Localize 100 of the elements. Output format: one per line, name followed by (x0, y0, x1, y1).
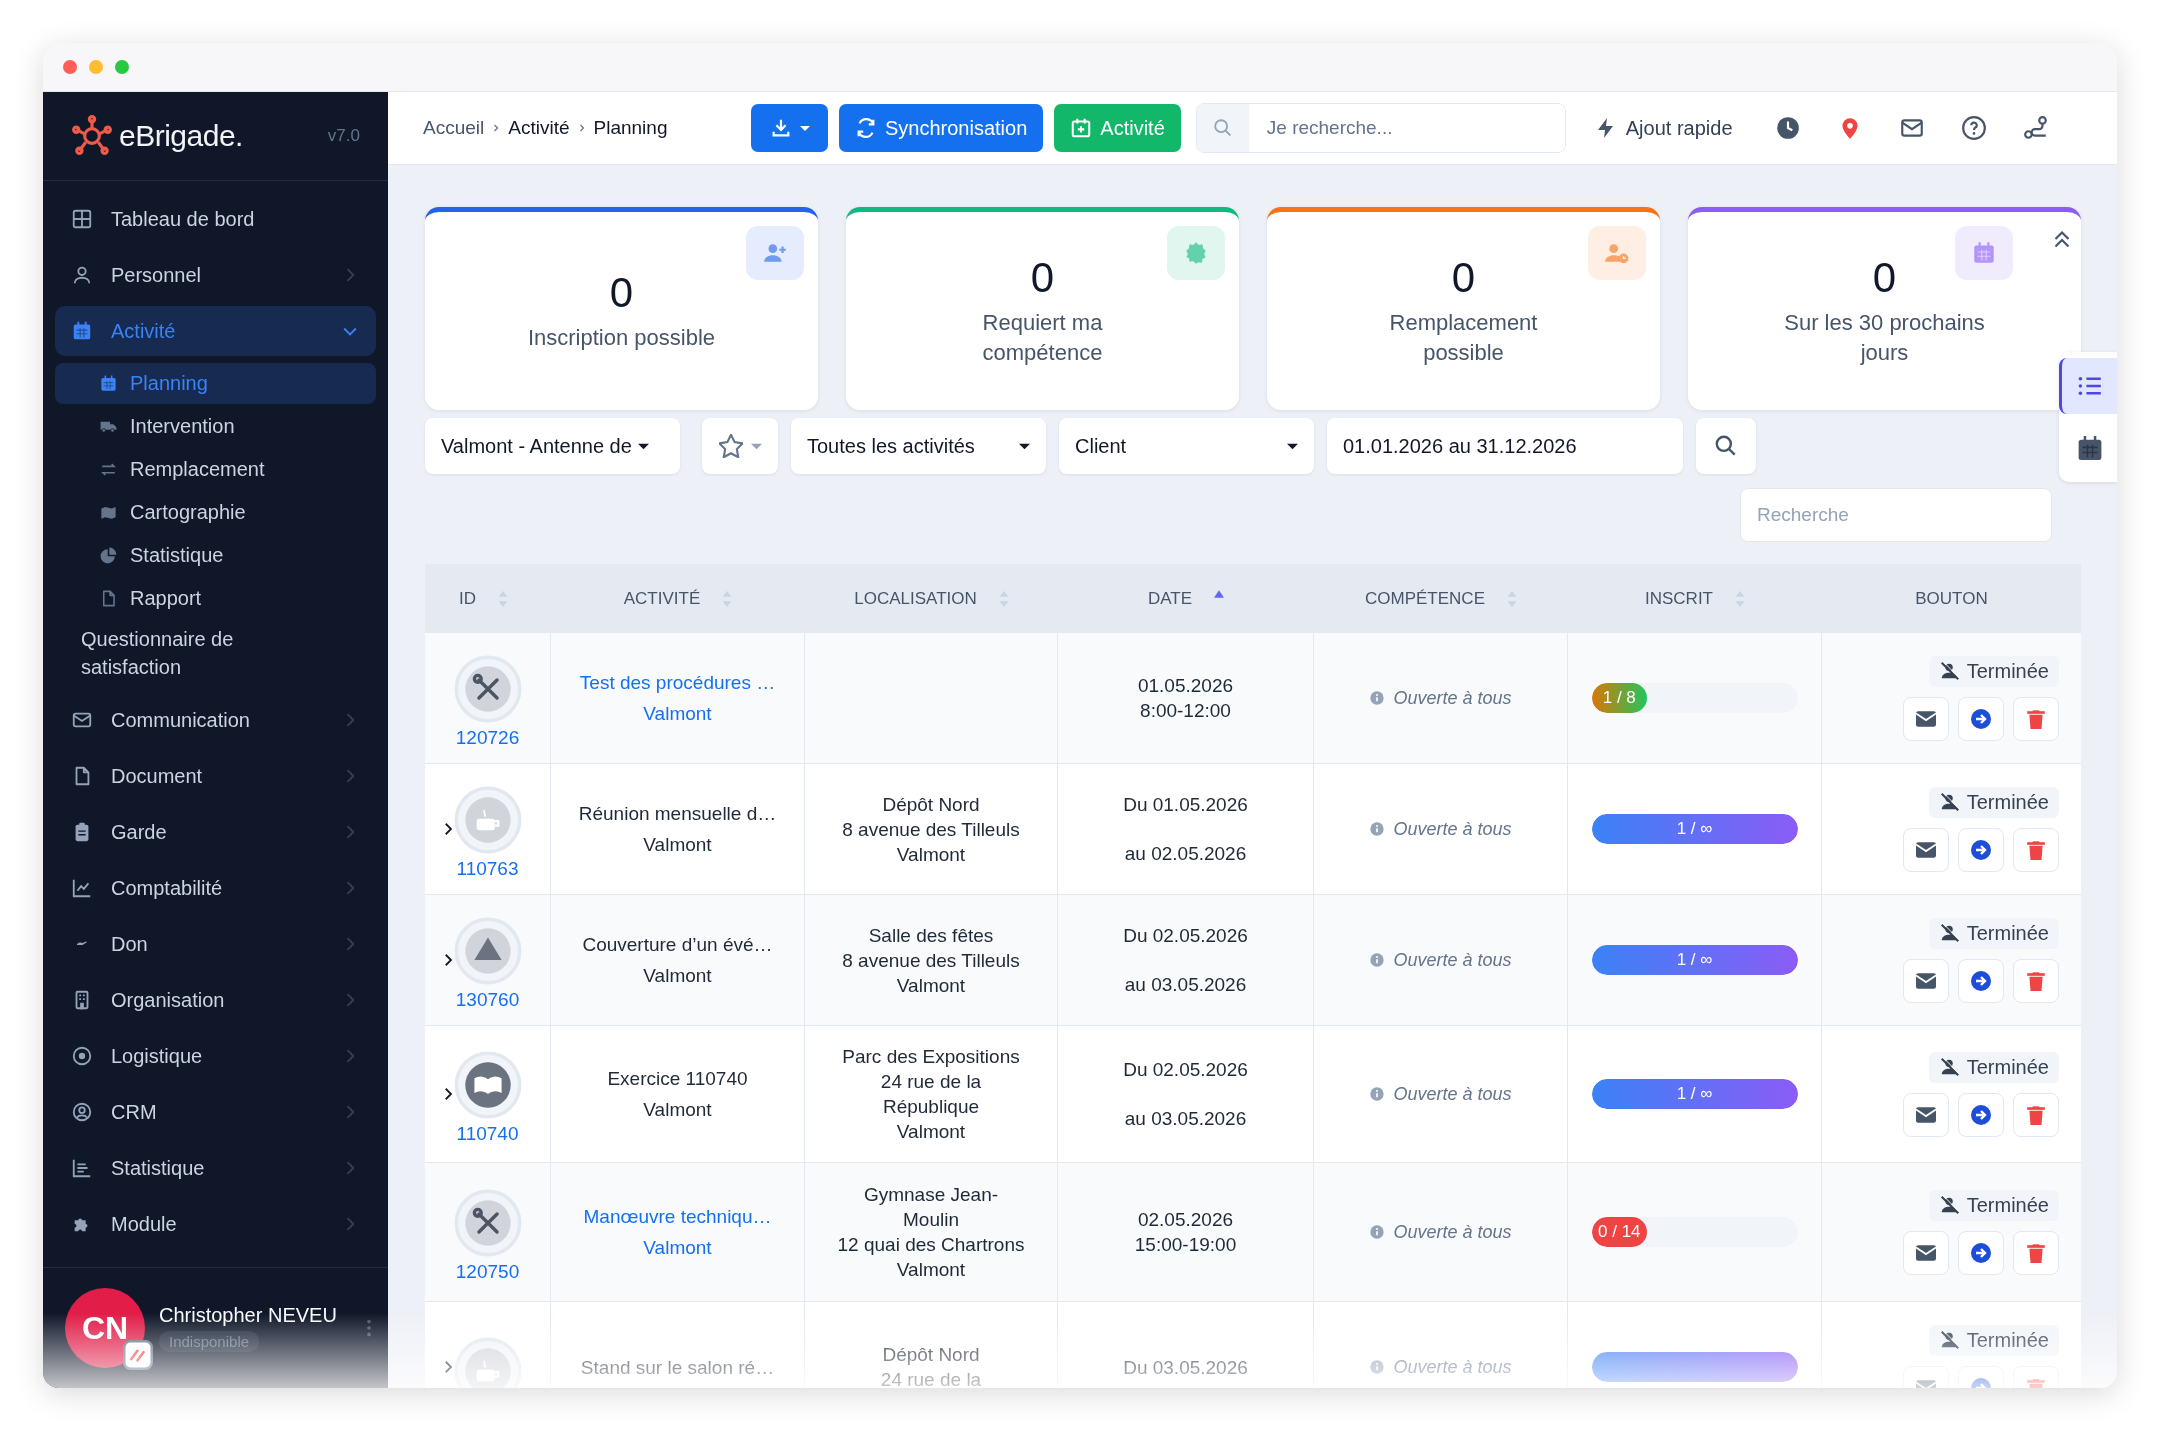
breadcrumb-link[interactable]: Accueil (423, 117, 485, 139)
activity-title: Exercice 110740 (607, 1067, 748, 1091)
column-header[interactable]: DATE (1058, 564, 1314, 633)
arrow-circle-icon (1971, 839, 1991, 860)
open-button[interactable] (1958, 1230, 2004, 1275)
email-button[interactable] (1903, 696, 1949, 741)
location-line: Valmont (896, 1258, 966, 1282)
delete-button[interactable] (2013, 827, 2059, 872)
client-dropdown[interactable]: Client (1059, 418, 1314, 474)
user-circle-icon (71, 1101, 93, 1123)
sidebar-item[interactable]: Comptabilité (55, 863, 376, 913)
delete-button[interactable] (2013, 1230, 2059, 1275)
sidebar-subitem[interactable]: Intervention (55, 406, 376, 447)
column-header[interactable]: LOCALISATION (805, 564, 1058, 633)
activity-id-link[interactable]: 130760 (455, 989, 520, 1011)
activity-link[interactable]: Manœuvre techniqu… (583, 1204, 772, 1229)
route-icon[interactable] (2022, 115, 2049, 141)
status-pill: Indisponible (159, 1331, 260, 1352)
info-icon (1369, 821, 1386, 837)
location-line: République (882, 1095, 980, 1119)
sidebar-item[interactable]: Organisation (55, 975, 376, 1025)
activity-id-link[interactable]: 120750 (455, 1261, 520, 1283)
sidebar-subitem[interactable]: Remplacement (55, 449, 376, 490)
sync-button[interactable]: Synchronisation (839, 104, 1044, 152)
user-avatar[interactable]: CN (65, 1288, 145, 1368)
sidebar-item[interactable]: Don (55, 919, 376, 969)
open-button[interactable] (1958, 1092, 2004, 1137)
list-view-button[interactable] (2059, 358, 2117, 414)
delete-button[interactable] (2013, 958, 2059, 1003)
breadcrumb-link[interactable]: Planning (593, 117, 668, 139)
user-slash-icon (1938, 791, 1961, 813)
column-header[interactable]: ACTIVITÉ (551, 564, 805, 633)
sidebar-subitem[interactable]: Cartographie (55, 492, 376, 533)
logo-icon (71, 115, 113, 157)
open-button[interactable] (1958, 958, 2004, 1003)
location-line: 8 avenue des Tilleuls (842, 817, 1020, 842)
search-button[interactable] (1696, 418, 1756, 474)
email-button[interactable] (1903, 958, 1949, 1003)
download-button[interactable] (751, 104, 828, 152)
more-icon[interactable] (366, 1317, 372, 1339)
email-button[interactable] (1903, 1092, 1949, 1137)
column-header[interactable]: COMPÉTENCE (1314, 564, 1568, 633)
sidebar-item[interactable]: Module (55, 1199, 376, 1249)
activity-id-link[interactable]: 110763 (456, 858, 519, 880)
stat-value: 0 (609, 269, 634, 317)
stat-card[interactable]: 0 Sur les 30 prochains jours (1688, 207, 2081, 410)
sidebar-item[interactable]: Garde (55, 807, 376, 857)
end-date-text: au 03.05.2026 (1124, 1107, 1247, 1131)
sidebar-subitem[interactable]: Rapport (55, 578, 376, 619)
delete-button[interactable] (2013, 696, 2059, 741)
close-window-control[interactable] (63, 60, 77, 74)
quick-add-button[interactable]: Ajout rapide (1589, 112, 1737, 144)
activity-place: Valmont (643, 833, 712, 857)
registration-bar: 1 / ∞ (1591, 945, 1798, 975)
sidebar-subitem[interactable]: Planning (55, 363, 376, 404)
sidebar-item[interactable]: Statistique (55, 1143, 376, 1193)
sidebar-item[interactable]: Tableau de bord (55, 194, 376, 244)
line-chart-icon (71, 877, 93, 899)
date-range-field[interactable]: 01.01.2026 au 31.12.2026 (1327, 418, 1683, 474)
status-text: Terminée (1966, 790, 2049, 814)
email-button[interactable] (1903, 827, 1949, 872)
favorites-dropdown[interactable] (702, 418, 778, 474)
sidebar-item[interactable]: Communication (55, 695, 376, 745)
column-header[interactable]: BOUTON (1822, 564, 2081, 633)
activity-id-link[interactable]: 110740 (456, 1123, 519, 1145)
sidebar-item[interactable]: CRM (55, 1087, 376, 1137)
delete-button[interactable] (2013, 1092, 2059, 1137)
stat-card[interactable]: 0 Requiert ma compétence (846, 207, 1239, 410)
stat-card[interactable]: 0 Inscription possible (425, 207, 818, 410)
user-icon (71, 264, 93, 286)
sidebar-item[interactable]: Personnel (55, 250, 376, 300)
sidebar-subitem[interactable]: Questionnaire de satisfaction (55, 621, 285, 685)
info-icon (1369, 690, 1386, 706)
stat-card[interactable]: 0 Remplacement possible (1267, 207, 1660, 410)
start-date-text: Du 02.05.2026 (1123, 924, 1248, 948)
open-button[interactable] (1958, 696, 2004, 741)
trash-icon (2026, 1104, 2046, 1125)
sidebar-item[interactable]: Activité (55, 306, 376, 356)
sidebar-item[interactable]: Logistique (55, 1031, 376, 1081)
registration-bar: 1 / ∞ (1591, 814, 1798, 844)
help-icon[interactable] (1960, 115, 1987, 141)
sidebar-item[interactable]: Document (55, 751, 376, 801)
search-field[interactable]: Je recherche... (1195, 103, 1566, 153)
user-slash-icon (1938, 1329, 1961, 1351)
email-button[interactable] (1903, 1230, 1949, 1275)
section-dropdown[interactable]: Valmont - Antenne de (425, 418, 680, 474)
envelope-icon (1916, 839, 1936, 860)
activity-type-dropdown[interactable]: Toutes les activités (791, 418, 1046, 474)
activity-title: Réunion mensuelle d… (578, 802, 777, 826)
trash-icon (2026, 1242, 2046, 1263)
clock-icon[interactable] (1774, 115, 1801, 141)
open-button[interactable] (1958, 827, 2004, 872)
activity-link[interactable]: Test des procédures … (579, 670, 776, 695)
column-header[interactable]: INSCRIT (1568, 564, 1822, 633)
breadcrumb-link[interactable]: Activité (508, 117, 570, 139)
book-icon (453, 1051, 522, 1119)
activity-id-link[interactable]: 120726 (455, 727, 520, 749)
sidebar-subitem[interactable]: Statistique (55, 535, 376, 576)
column-header[interactable]: ID (425, 564, 551, 633)
table-search-field[interactable]: Recherche (1740, 488, 2052, 542)
